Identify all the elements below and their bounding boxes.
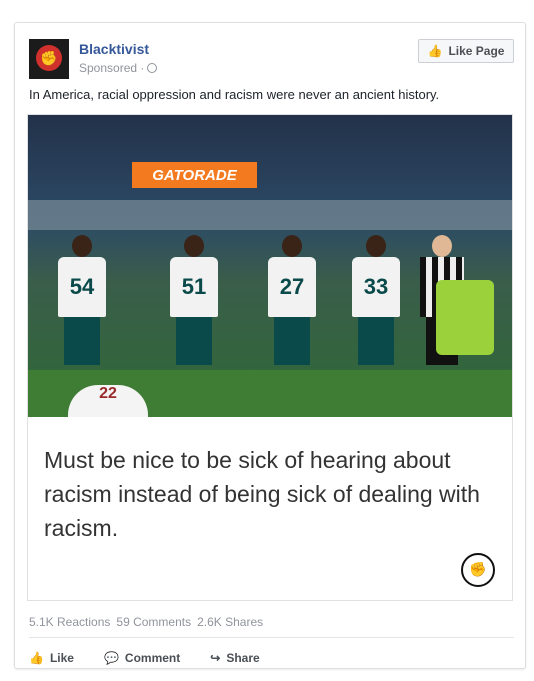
page-avatar[interactable]: ✊ [29, 39, 69, 79]
quote-area: Must be nice to be sick of hearing about… [28, 417, 512, 600]
actions-divider [29, 637, 514, 638]
thumbs-up-icon: 👍 [29, 651, 44, 665]
reactions-count[interactable]: 5.1K Reactions [29, 615, 110, 629]
like-page-button[interactable]: 👍 Like Page [418, 39, 514, 63]
sponsored-label: Sponsored · [79, 61, 158, 75]
comment-label: Comment [124, 651, 181, 665]
like-label: Like [49, 651, 74, 665]
watermark: ✊ [458, 550, 498, 590]
player-27: 27 [266, 235, 318, 385]
post-header: ✊ Blacktivist Sponsored · 👍 Like Page [29, 39, 514, 83]
speech-bubble-icon: 💬 [103, 651, 119, 665]
page-name-link[interactable]: Blacktivist [79, 41, 149, 57]
sponsored-text: Sponsored · [79, 61, 145, 75]
post-media[interactable]: GATORADE 54 51 27 33 22 Must be nice to … [27, 114, 513, 601]
player-54: 54 [56, 235, 108, 385]
post-actions: 👍 Like 💬 Comment ↪ Share [29, 648, 514, 668]
player-51: 51 [168, 235, 220, 385]
player-33: 33 [350, 235, 402, 385]
quote-text: Must be nice to be sick of hearing about… [44, 447, 480, 541]
comments-count[interactable]: 59 Comments [116, 615, 191, 629]
globe-icon [147, 63, 158, 73]
share-arrow-icon: ↪ [210, 651, 221, 665]
comment-button[interactable]: 💬 Comment [104, 651, 180, 665]
fist-logo-icon: ✊ [36, 45, 62, 71]
share-button[interactable]: ↪ Share [210, 651, 259, 665]
gatorade-banner: GATORADE [132, 162, 257, 188]
fist-watermark-icon: ✊ [461, 552, 495, 587]
post-message: In America, racial oppression and racism… [29, 87, 440, 102]
post-card: ✊ Blacktivist Sponsored · 👍 Like Page In… [14, 22, 526, 669]
bench [28, 200, 512, 230]
thumbs-up-icon: 👍 [427, 44, 443, 58]
like-button[interactable]: 👍 Like [29, 651, 74, 665]
photo: GATORADE 54 51 27 33 22 [28, 115, 512, 417]
shares-count[interactable]: 2.6K Shares [197, 615, 263, 629]
post-stats: 5.1K Reactions 59 Comments 2.6K Shares [29, 615, 263, 629]
photographer-vest [436, 280, 494, 355]
share-label: Share [226, 651, 260, 665]
like-page-label: Like Page [448, 44, 505, 58]
